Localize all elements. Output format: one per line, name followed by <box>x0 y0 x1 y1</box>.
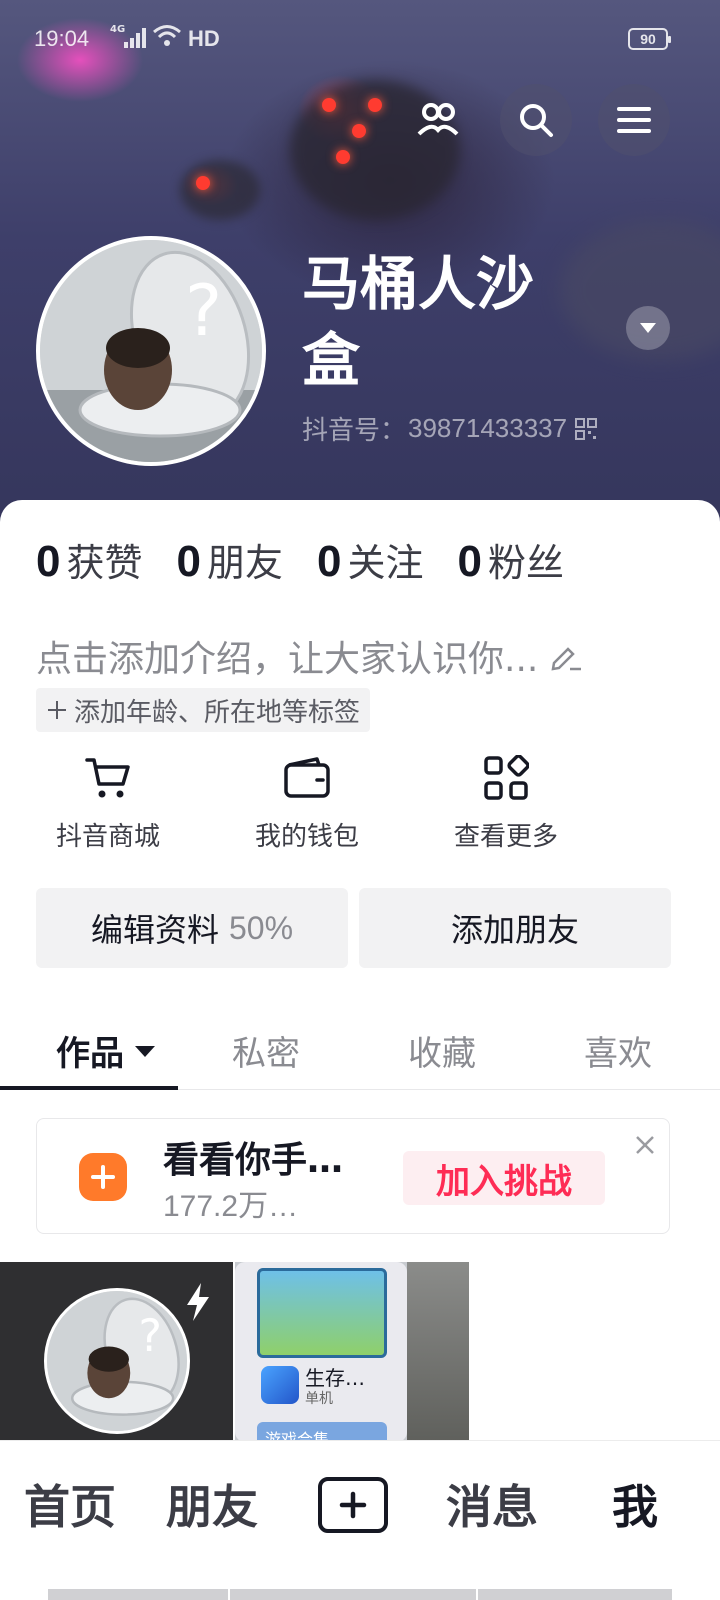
tab-favorites[interactable]: 收藏 <box>408 1026 476 1075</box>
svg-text:?: ? <box>185 270 222 352</box>
signal-icon <box>124 28 148 54</box>
search-button[interactable] <box>500 84 572 156</box>
shortcut-more[interactable]: 查看更多 <box>426 752 586 853</box>
hamburger-menu-icon <box>617 107 651 133</box>
banner-glow <box>336 150 350 164</box>
gesture-bar <box>230 1589 476 1600</box>
status-time: 19:04 <box>34 26 90 51</box>
stats-row: 0 获赞 0 朋友 0 关注 0 粉丝 <box>36 532 598 587</box>
profile-banner: 19:04 4G HD 90 ? 马桶人沙盒 抖音号： 39871433337 <box>0 0 720 530</box>
network-type: 4G <box>110 24 126 35</box>
thumbnail-pill: 游戏合集 <box>257 1422 387 1442</box>
shortcut-label: 查看更多 <box>453 822 558 852</box>
challenge-card[interactable]: 看看你手… 177.2万… 加入挑战 <box>36 1118 670 1234</box>
tab-indicator <box>0 1086 178 1090</box>
douyin-id-value: 39871433337 <box>408 413 568 443</box>
challenge-subtitle: 177.2万… <box>163 1190 299 1223</box>
challenge-icon <box>79 1153 127 1201</box>
people-icon <box>417 103 459 136</box>
tab-label: 作品 <box>56 1034 124 1074</box>
stat-value: 0 <box>457 537 482 586</box>
gesture-bar <box>478 1589 672 1600</box>
tab-works[interactable]: 作品 <box>56 1026 156 1075</box>
plus-icon <box>48 701 66 719</box>
app-icon <box>261 1366 299 1404</box>
caret-down-icon <box>135 1045 155 1057</box>
shortcut-label: 我的钱包 <box>254 822 359 852</box>
grid-more-icon <box>480 752 532 804</box>
stat-friends[interactable]: 0 朋友 <box>177 532 284 587</box>
nav-me[interactable]: 我 <box>612 1471 658 1537</box>
caret-down-icon <box>640 323 656 333</box>
cart-icon <box>82 752 134 804</box>
thumbnail-app-subtitle: 单机 <box>305 1391 333 1407</box>
bottom-navigation: 首页 朋友 消息 我 <box>0 1440 720 1600</box>
friends-button[interactable] <box>402 84 474 156</box>
edit-profile-button[interactable]: 编辑资料 50% <box>36 888 348 968</box>
nav-friends[interactable]: 朋友 <box>166 1471 258 1537</box>
search-icon <box>520 104 553 137</box>
add-tags-label: 添加年龄、所在地等标签 <box>74 697 361 728</box>
banner-glow <box>352 124 366 138</box>
shortcut-wallet[interactable]: 我的钱包 <box>227 752 387 853</box>
gesture-bar <box>48 1589 228 1600</box>
shortcut-label: 抖音商城 <box>55 822 160 852</box>
video-thumbnail[interactable]: 生存… 单机 游戏合集 <box>235 1262 469 1442</box>
stat-likes[interactable]: 0 获赞 <box>36 532 143 587</box>
lightning-icon <box>187 1283 209 1321</box>
stat-value: 0 <box>317 537 342 586</box>
close-icon[interactable] <box>633 1133 657 1157</box>
content-tabs: 作品 私密 收藏 喜欢 <box>0 1014 720 1090</box>
qr-code-icon[interactable] <box>575 417 598 440</box>
tab-likes[interactable]: 喜欢 <box>584 1026 652 1075</box>
nickname[interactable]: 马桶人沙盒 <box>302 246 582 398</box>
bio-placeholder[interactable]: 点击添加介绍，让大家认识你... <box>36 630 582 682</box>
hd-indicator: HD <box>188 26 220 51</box>
stat-label: 粉丝 <box>487 541 564 585</box>
add-friends-label: 添加朋友 <box>450 911 579 949</box>
battery-icon: 90 <box>628 28 671 50</box>
nav-home[interactable]: 首页 <box>24 1471 116 1537</box>
wallet-icon <box>281 752 333 804</box>
shortcut-mall[interactable]: 抖音商城 <box>28 752 188 853</box>
edit-pencil-icon <box>551 647 582 671</box>
edit-profile-label: 编辑资料 <box>90 911 219 949</box>
create-post-button[interactable] <box>318 1477 388 1533</box>
svg-text:?: ? <box>138 1311 161 1362</box>
wifi-icon <box>152 24 182 54</box>
stat-label: 朋友 <box>206 541 283 585</box>
challenge-title: 看看你手… <box>163 1140 344 1181</box>
thumbnail-game-screen <box>257 1268 387 1358</box>
edit-progress: 50% <box>228 909 294 946</box>
avatar[interactable]: ? <box>36 236 266 466</box>
bio-text: 点击添加介绍，让大家认识你... <box>36 639 539 680</box>
nav-messages[interactable]: 消息 <box>446 1471 538 1537</box>
thumbnail-image-edge <box>407 1262 469 1442</box>
thumbnail-avatar-image: ? <box>44 1288 190 1434</box>
plus-icon <box>339 1491 367 1519</box>
expand-profile-button[interactable] <box>626 306 670 350</box>
status-bar: 19:04 4G HD 90 <box>0 22 720 58</box>
stat-value: 0 <box>176 537 201 586</box>
stat-value: 0 <box>36 537 61 586</box>
banner-shape <box>180 160 260 220</box>
video-thumbnail[interactable]: ? <box>0 1262 233 1442</box>
add-tags-chip[interactable]: 添加年龄、所在地等标签 <box>36 688 371 732</box>
stat-label: 关注 <box>347 541 424 585</box>
stat-followers[interactable]: 0 粉丝 <box>458 532 565 587</box>
stat-following[interactable]: 0 关注 <box>317 532 424 587</box>
add-friends-button[interactable]: 添加朋友 <box>359 888 671 968</box>
tab-private[interactable]: 私密 <box>232 1026 300 1075</box>
stat-label: 获赞 <box>66 541 143 585</box>
douyin-id[interactable]: 抖音号： 39871433337 <box>302 410 598 447</box>
banner-glow <box>368 98 382 112</box>
join-challenge-button[interactable]: 加入挑战 <box>403 1151 605 1205</box>
banner-glow <box>322 98 336 112</box>
banner-glow <box>196 176 210 190</box>
thumbnail-app-title: 生存… <box>305 1366 365 1390</box>
profile-card: 0 获赞 0 朋友 0 关注 0 粉丝 点击添加介绍，让大家认识你... 添加年… <box>0 500 720 1600</box>
menu-button[interactable] <box>598 84 670 156</box>
douyin-id-label: 抖音号： <box>302 416 407 446</box>
